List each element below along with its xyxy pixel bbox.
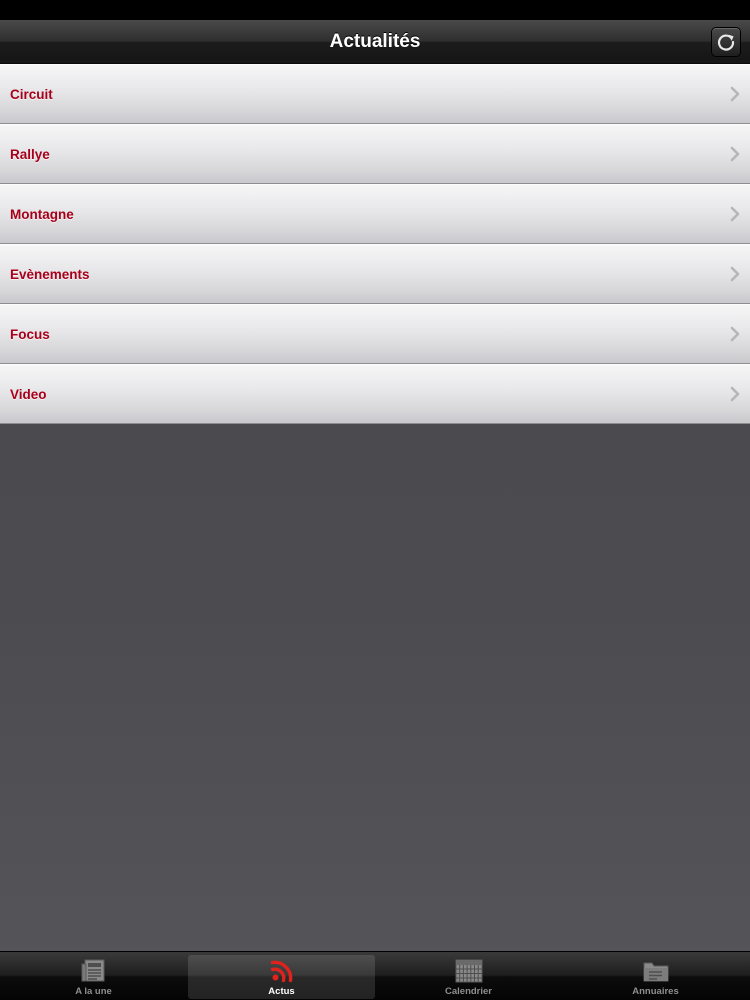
status-bar: [0, 0, 750, 20]
app-window: Actualités Circuit Rallye Montagne Evène…: [0, 0, 750, 1000]
list-item-focus[interactable]: Focus: [0, 304, 750, 364]
refresh-icon: [717, 34, 735, 51]
list-item-label: Evènements: [10, 267, 90, 282]
list-item-label: Circuit: [10, 87, 53, 102]
category-list: Circuit Rallye Montagne Evènements Focus…: [0, 64, 750, 424]
navigation-bar: Actualités: [0, 20, 750, 64]
tab-calendrier[interactable]: Calendrier: [375, 955, 562, 999]
chevron-right-icon: [730, 266, 740, 282]
chevron-right-icon: [730, 86, 740, 102]
list-item-label: Focus: [10, 327, 50, 342]
chevron-right-icon: [730, 146, 740, 162]
refresh-button[interactable]: [711, 27, 741, 57]
tab-bar: A la une Actus Calendrier Annuaires: [0, 951, 750, 1000]
tab-annuaires[interactable]: Annuaires: [562, 955, 749, 999]
list-item-label: Rallye: [10, 147, 50, 162]
list-item-evenements[interactable]: Evènements: [0, 244, 750, 304]
chevron-right-icon: [730, 206, 740, 222]
list-item-rallye[interactable]: Rallye: [0, 124, 750, 184]
list-item-video[interactable]: Video: [0, 364, 750, 424]
folder-directory-icon: [643, 962, 668, 982]
chevron-right-icon: [730, 386, 740, 402]
list-item-label: Video: [10, 387, 47, 402]
tab-label: Calendrier: [445, 986, 492, 997]
calendar-icon: [455, 959, 482, 983]
list-item-label: Montagne: [10, 207, 74, 222]
tab-label: A la une: [75, 986, 112, 997]
list-item-montagne[interactable]: Montagne: [0, 184, 750, 244]
tab-label: Annuaires: [632, 986, 679, 997]
tab-a-la-une[interactable]: A la une: [0, 955, 187, 999]
list-item-circuit[interactable]: Circuit: [0, 64, 750, 124]
tab-label: Actus: [268, 986, 295, 997]
newspaper-icon: [81, 959, 104, 982]
tab-actus[interactable]: Actus: [188, 955, 375, 999]
page-title: Actualités: [329, 31, 421, 52]
rss-feed-icon: [270, 960, 292, 983]
chevron-right-icon: [730, 326, 740, 342]
